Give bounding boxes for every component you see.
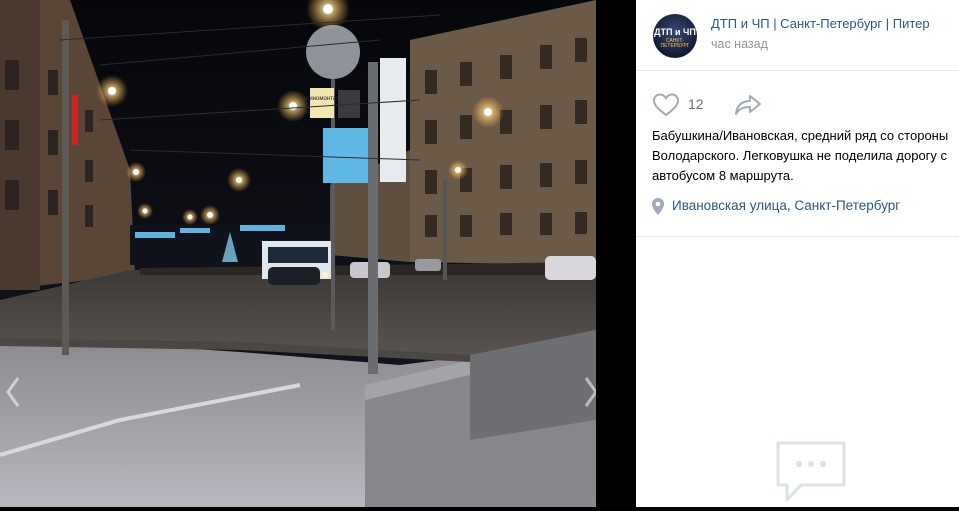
group-name-link[interactable]: ДТП и ЧП | Санкт-Петербург | Питер: [711, 16, 956, 31]
avatar-logo-text: ДТП и ЧП: [654, 27, 696, 37]
share-button[interactable]: [733, 92, 767, 118]
comments-empty-icon: [776, 441, 846, 502]
location-link[interactable]: Ивановская улица, Санкт-Петербург: [652, 197, 952, 217]
like-count: 12: [688, 96, 704, 112]
viewer-backdrop[interactable]: [596, 0, 636, 507]
post-actions: 12: [652, 92, 952, 118]
avatar-logo-subtext: САНКТ-ПЕТЕРБУРГ: [660, 38, 690, 49]
post-photo[interactable]: Шиномонтаж: [0, 0, 596, 507]
comments-empty-state: [775, 440, 847, 506]
street-night-photo: Шиномонтаж: [0, 0, 596, 507]
nav-prev-icon: [6, 377, 20, 407]
location-text: Ивановская улица, Санкт-Петербург: [672, 198, 901, 213]
like-button[interactable]: 12: [652, 92, 722, 118]
post-text: Бабушкина/Ивановская, средний ряд со сто…: [652, 128, 949, 183]
post-sidebar: ДТП и ЧП САНКТ-ПЕТЕРБУРГ ДТП и ЧП | Санк…: [636, 0, 959, 507]
location-pin-icon: [652, 198, 664, 215]
photo-prev-button[interactable]: [4, 372, 24, 412]
nav-next-icon: [584, 377, 596, 407]
heart-icon: [652, 93, 680, 117]
photo-next-button[interactable]: [580, 372, 596, 412]
photo-sign-text: Шиномонтаж: [304, 96, 340, 102]
post-header: ДТП и ЧП САНКТ-ПЕТЕРБУРГ ДТП и ЧП | Санк…: [636, 0, 959, 71]
share-arrow-icon: [735, 95, 761, 115]
post-time[interactable]: час назад: [711, 37, 768, 51]
group-avatar[interactable]: ДТП и ЧП САНКТ-ПЕТЕРБУРГ: [653, 14, 697, 58]
divider: [636, 236, 959, 237]
